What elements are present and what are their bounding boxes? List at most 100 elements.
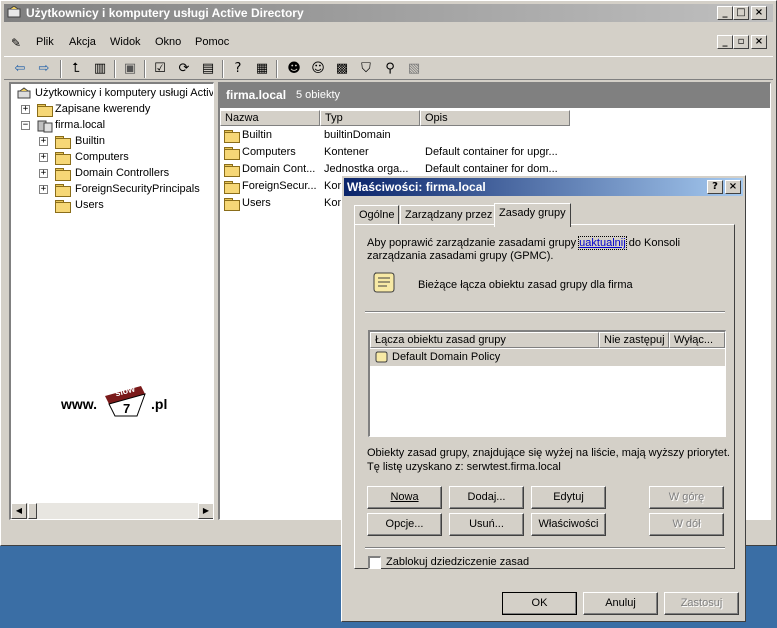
apply-button[interactable]: Zastosuj	[664, 592, 739, 615]
help-icon[interactable]: ?	[228, 59, 248, 79]
show-tree-icon[interactable]: ▥	[90, 59, 110, 79]
scroll-right-icon[interactable]: ▶	[198, 503, 213, 519]
ad-console-icon	[7, 6, 21, 18]
tree-item-foreign-security-principals[interactable]: + ForeignSecurityPrincipals	[13, 182, 213, 198]
tree-horizontal-scrollbar[interactable]: ◀ ▶	[11, 503, 213, 519]
list-row[interactable]: Builtin builtinDomain	[220, 127, 770, 144]
properties-icon[interactable]: ☑	[150, 59, 170, 79]
group-policy-tab-panel: Aby poprawić zarządzanie zasadami grupy …	[354, 224, 735, 569]
move-down-button[interactable]: W dół	[649, 513, 724, 536]
upgrade-link[interactable]: uaktualnij	[578, 236, 627, 250]
edit-button[interactable]: Edytuj	[531, 486, 606, 509]
ou-folder-icon	[224, 164, 240, 177]
expand-icon[interactable]: +	[21, 105, 30, 114]
gpo-links-list[interactable]: Łącza obiektu zasad grupy Nie zastępuj W…	[368, 330, 726, 437]
priority-note: Obiekty zasad grupy, znajdujące się wyże…	[367, 447, 730, 459]
new-button[interactable]: Nowa	[367, 486, 442, 509]
filter-icon[interactable]: ⛉	[356, 59, 376, 79]
menu-plik[interactable]: Plik	[36, 36, 54, 48]
menu-widok[interactable]: Widok	[110, 36, 141, 48]
folder-icon	[55, 200, 71, 213]
up-folder-icon[interactable]: ⮤	[66, 59, 86, 79]
ou-folder-icon	[55, 168, 71, 181]
main-window-title: Użytkownicy i komputery usługi Active Di…	[26, 6, 304, 20]
scroll-thumb[interactable]	[28, 503, 37, 519]
list-header: firma.local 5 obiekty	[220, 84, 770, 108]
properties-dialog: Właściwości: firma.local ? × Ogólne Zarz…	[341, 175, 746, 622]
folder-icon	[224, 198, 240, 211]
scroll-left-icon[interactable]: ◀	[11, 503, 27, 519]
tree-item-domain-controllers[interactable]: + Domain Controllers	[13, 166, 213, 182]
new-user-icon[interactable]: ☻	[284, 59, 304, 79]
list-row[interactable]: Computers Kontener Default container for…	[220, 144, 770, 161]
tab-general[interactable]: Ogólne	[354, 205, 400, 225]
domain-icon	[37, 120, 53, 133]
tab-group-policy[interactable]: Zasady grupy	[494, 203, 571, 227]
child-close-icon[interactable]: ×	[751, 35, 767, 49]
cancel-button[interactable]: Anuluj	[583, 592, 658, 615]
mmc-menu-icon[interactable]: ✎	[11, 36, 21, 50]
ad-console-icon	[17, 87, 31, 99]
expand-icon[interactable]: +	[39, 185, 48, 194]
column-header-name[interactable]: Nazwa	[220, 110, 320, 126]
maximize-icon[interactable]: □	[733, 6, 749, 20]
tree-item-domain[interactable]: − firma.local	[13, 118, 213, 134]
ok-button[interactable]: OK	[502, 592, 577, 615]
gpo-row[interactable]: Default Domain Policy	[370, 349, 725, 366]
gpo-column-links[interactable]: Łącza obiektu zasad grupy	[370, 332, 599, 348]
dialog-title: Właściwości: firma.local	[347, 180, 486, 194]
gpo-scroll-icon	[375, 351, 388, 363]
minimize-icon[interactable]: _	[717, 6, 733, 20]
folder-icon	[55, 184, 71, 197]
add-to-group-icon[interactable]: ▧	[404, 59, 424, 79]
refresh-icon[interactable]: ⟳	[174, 59, 194, 79]
dialog-title-bar[interactable]: Właściwości: firma.local ? ×	[344, 178, 743, 196]
export-list-icon[interactable]: ▤	[198, 59, 218, 79]
menu-okno[interactable]: Okno	[155, 36, 181, 48]
console-help-icon[interactable]: ▦	[252, 59, 272, 79]
tree-root[interactable]: Użytkownicy i komputery usługi Activ	[13, 86, 213, 102]
add-button[interactable]: Dodaj...	[449, 486, 524, 509]
menu-pomoc[interactable]: Pomoc	[195, 36, 229, 48]
tree-item-computers[interactable]: + Computers	[13, 150, 213, 166]
tree-item-saved-queries[interactable]: + Zapisane kwerendy	[13, 102, 213, 118]
back-icon[interactable]: ⇦	[10, 59, 30, 79]
options-button[interactable]: Opcje...	[367, 513, 442, 536]
source-note: Tę listę uzyskano z: serwtest.firma.loca…	[367, 461, 561, 473]
column-header-desc[interactable]: Opis	[420, 110, 570, 126]
close-icon[interactable]: ×	[751, 6, 767, 20]
delete-icon[interactable]: ▣	[120, 59, 140, 79]
column-header-type[interactable]: Typ	[320, 110, 420, 126]
help-icon[interactable]: ?	[707, 180, 723, 194]
collapse-icon[interactable]: −	[21, 121, 30, 130]
folder-icon	[55, 152, 71, 165]
forward-icon[interactable]: ⇨	[34, 59, 54, 79]
expand-icon[interactable]: +	[39, 169, 48, 178]
menu-bar: ✎ Plik Akcja Widok Okno Pomoc _ ▫ ×	[4, 33, 773, 53]
expand-icon[interactable]: +	[39, 137, 48, 146]
tab-managed-by[interactable]: Zarządzany przez	[400, 205, 498, 225]
folder-icon	[224, 181, 240, 194]
gpo-column-disabled[interactable]: Wyłąc...	[669, 332, 725, 348]
remove-button[interactable]: Usuń...	[449, 513, 524, 536]
child-minimize-icon[interactable]: _	[717, 35, 733, 49]
find-icon[interactable]: ⚲	[380, 59, 400, 79]
new-ou-icon[interactable]: ▩	[332, 59, 352, 79]
gpo-scroll-icon	[373, 272, 395, 293]
block-inheritance-checkbox[interactable]	[368, 556, 381, 569]
child-restore-icon[interactable]: ▫	[733, 35, 749, 49]
tree-pane[interactable]: Użytkownicy i komputery usługi Activ + Z…	[9, 82, 214, 520]
properties-button[interactable]: Właściwości	[531, 513, 606, 536]
menu-akcja[interactable]: Akcja	[69, 36, 96, 48]
folder-icon	[55, 136, 71, 149]
close-icon[interactable]: ×	[725, 180, 741, 194]
move-up-button[interactable]: W górę	[649, 486, 724, 509]
main-title-bar[interactable]: Użytkownicy i komputery usługi Active Di…	[4, 4, 773, 22]
new-group-icon[interactable]: ☺	[308, 59, 328, 79]
tree-item-builtin[interactable]: + Builtin	[13, 134, 213, 150]
expand-icon[interactable]: +	[39, 153, 48, 162]
gpo-column-no-override[interactable]: Nie zastępuj	[599, 332, 669, 348]
watermark-logo: www. slow 7 .pl	[61, 384, 181, 424]
tree-item-users[interactable]: Users	[13, 198, 213, 214]
block-inheritance-label: Zablokuj dziedziczenie zasad	[386, 556, 530, 568]
